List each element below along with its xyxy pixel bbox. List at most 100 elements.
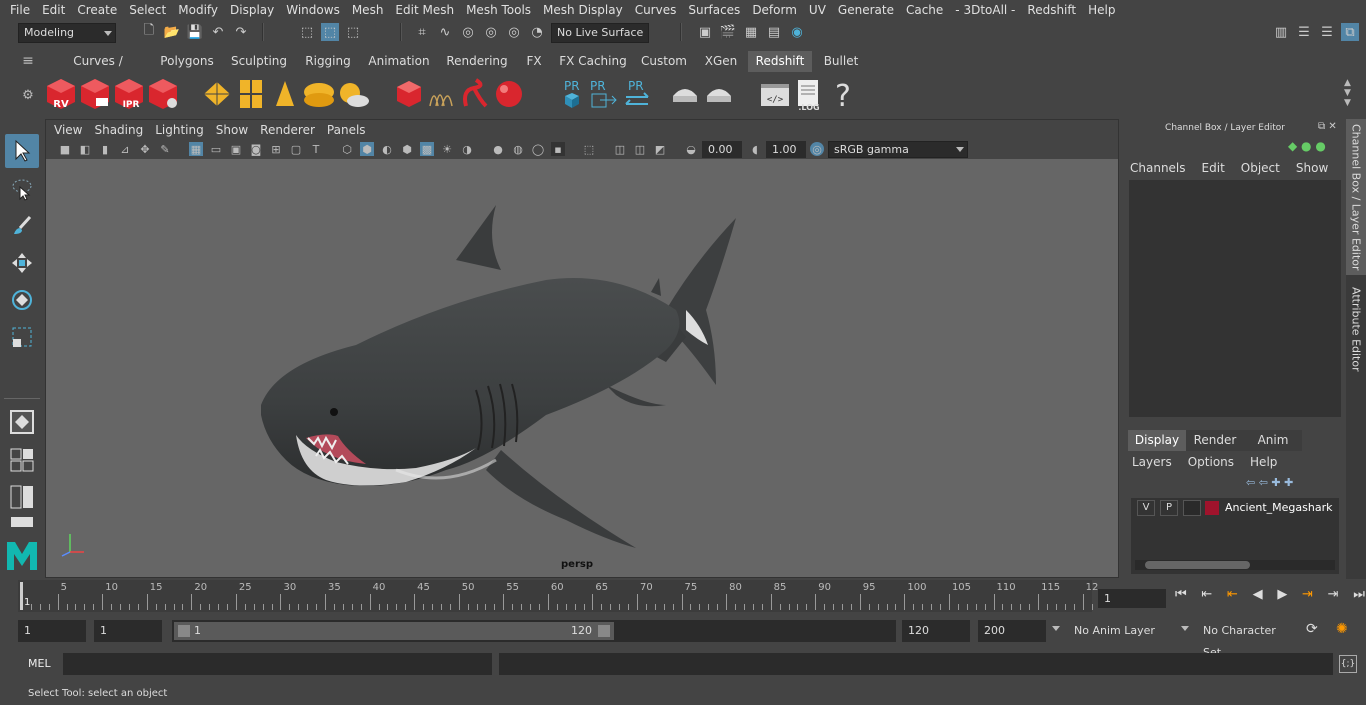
- snap-surface-icon[interactable]: ◎: [505, 23, 523, 41]
- shelf-tab-fx[interactable]: FX: [520, 51, 548, 72]
- command-language-label[interactable]: MEL: [28, 657, 51, 670]
- select-component-icon[interactable]: ⬚: [344, 23, 362, 41]
- camera-icon[interactable]: ■: [58, 142, 72, 156]
- animation-start-field[interactable]: 1: [18, 620, 86, 642]
- single-perspective-layout-icon[interactable]: [5, 405, 39, 439]
- step-forward-key-icon[interactable]: ⇥: [1328, 587, 1339, 607]
- open-scene-icon[interactable]: 📂: [163, 23, 181, 41]
- anim-layer-selector[interactable]: No Anim Layer: [1068, 620, 1174, 642]
- ancient-megashark-model[interactable]: [246, 200, 766, 560]
- viewport-panel[interactable]: View Shading Lighting Show Renderer Panels ■ …: [45, 119, 1119, 578]
- workspace-icon[interactable]: ▥: [1272, 23, 1290, 41]
- select-hierarchy-icon[interactable]: ⬚: [298, 23, 316, 41]
- menu-edit-mesh[interactable]: Edit Mesh: [389, 3, 460, 17]
- play-forwards-icon[interactable]: ▶: [1277, 587, 1287, 607]
- step-back-frame-icon[interactable]: ⇤: [1227, 587, 1238, 607]
- motion-blur-icon[interactable]: ◍: [511, 142, 525, 156]
- redshift-pr-cube-icon[interactable]: PR: [554, 76, 588, 112]
- menu-cache[interactable]: Cache: [900, 3, 949, 17]
- range-slider-track[interactable]: 1 120: [172, 620, 896, 642]
- playback-start-field[interactable]: 1: [94, 620, 162, 642]
- screen-space-ao-icon[interactable]: ●: [491, 142, 505, 156]
- select-object-icon[interactable]: ⬚: [321, 23, 339, 41]
- channel-menu-edit[interactable]: Edit: [1202, 161, 1225, 177]
- grease-pencil-icon[interactable]: ✎: [158, 142, 172, 156]
- grid-icon[interactable]: ▦: [189, 142, 203, 156]
- viewport-menu-show[interactable]: Show: [210, 123, 254, 137]
- attribute-editor-icon[interactable]: ☰: [1295, 23, 1313, 41]
- layer-display-type-toggle[interactable]: [1183, 500, 1201, 516]
- channel-box-icon[interactable]: ⧉: [1341, 23, 1359, 41]
- color-management-icon[interactable]: ◎: [810, 142, 824, 156]
- redshift-pr-swap-icon[interactable]: PR: [620, 76, 654, 112]
- character-set-selector[interactable]: No Character Set: [1197, 620, 1297, 659]
- step-forward-frame-icon[interactable]: ⇥: [1302, 587, 1313, 607]
- layer-tab-render[interactable]: Render: [1186, 430, 1244, 451]
- anti-aliasing-icon[interactable]: ◯: [531, 142, 545, 156]
- bookmark-icon[interactable]: ▮: [98, 142, 112, 156]
- redshift-rv-icon[interactable]: RV: [44, 76, 78, 112]
- menu-windows[interactable]: Windows: [280, 3, 346, 17]
- two-view-layout-icon[interactable]: [5, 480, 39, 514]
- auto-key-icon[interactable]: ⟳: [1306, 621, 1318, 637]
- resolution-gate-icon[interactable]: ▣: [229, 142, 243, 156]
- side-tab-channel-box[interactable]: Channel Box / Layer Editor: [1346, 119, 1366, 275]
- shelf-tab-animation[interactable]: Animation: [364, 51, 434, 72]
- snap-view-icon[interactable]: ◎: [482, 23, 500, 41]
- tool-settings-icon[interactable]: ☰: [1318, 23, 1336, 41]
- redshift-ipr-icon[interactable]: IPR: [112, 76, 146, 112]
- redshift-render-icon[interactable]: [78, 76, 112, 112]
- character-set-dropdown-arrow[interactable]: [1181, 626, 1189, 631]
- snap-point-icon[interactable]: ◎: [459, 23, 477, 41]
- animation-preferences-icon[interactable]: ✺: [1336, 621, 1348, 637]
- menu-uv[interactable]: UV: [803, 3, 832, 17]
- go-to-start-icon[interactable]: ⏮: [1175, 587, 1187, 607]
- shelf-tab-xgen[interactable]: XGen: [698, 51, 744, 72]
- color-space-selector[interactable]: sRGB gamma: [828, 141, 968, 158]
- layer-menu-help[interactable]: Help: [1250, 455, 1277, 471]
- playback-end-field[interactable]: 120: [902, 620, 970, 642]
- hypershade-icon[interactable]: ◉: [788, 23, 806, 41]
- menu-redshift[interactable]: Redshift: [1021, 3, 1082, 17]
- safe-action-icon[interactable]: ▢: [289, 142, 303, 156]
- move-tool-icon[interactable]: [5, 246, 39, 280]
- channel-menu-channels[interactable]: Channels: [1130, 161, 1186, 177]
- layer-row[interactable]: V P Ancient_Megashark: [1133, 500, 1337, 517]
- safe-title-icon[interactable]: T: [309, 142, 323, 156]
- field-chart-icon[interactable]: ⊞: [269, 142, 283, 156]
- wireframe-on-shaded-icon[interactable]: ⬢: [400, 142, 414, 156]
- snap-grid-icon[interactable]: ⌗: [413, 23, 431, 41]
- exposure-icon[interactable]: ◒: [684, 142, 698, 156]
- default-material-icon[interactable]: ◐: [380, 142, 394, 156]
- depth-of-field-icon[interactable]: ▪: [551, 142, 565, 156]
- layer-visibility-toggle[interactable]: V: [1137, 500, 1155, 516]
- render-view-icon[interactable]: ▣: [696, 23, 714, 41]
- ipr-render-icon[interactable]: ▦: [742, 23, 760, 41]
- layer-tab-display[interactable]: Display: [1128, 430, 1186, 451]
- channel-menu-object[interactable]: Object: [1241, 161, 1280, 177]
- redshift-proxy-icon[interactable]: [200, 76, 234, 112]
- menu-deform[interactable]: Deform: [746, 3, 803, 17]
- shelf-tab-rigging[interactable]: Rigging: [298, 51, 358, 72]
- four-view-layout-icon[interactable]: [5, 443, 39, 477]
- snap-live-icon[interactable]: ◔: [528, 23, 546, 41]
- range-slider-handle[interactable]: 1 120: [174, 622, 614, 640]
- shelf-scroll-arrows[interactable]: ▲ ▼ ▼: [1344, 78, 1351, 108]
- mode-selector[interactable]: Modeling: [18, 23, 116, 43]
- channel-menu-show[interactable]: Show: [1296, 161, 1328, 177]
- viewport-menu-lighting[interactable]: Lighting: [149, 123, 210, 137]
- anim-layer-dropdown-arrow[interactable]: [1052, 626, 1060, 631]
- range-start-grip[interactable]: [178, 625, 190, 637]
- menu-surfaces[interactable]: Surfaces: [682, 3, 746, 17]
- menu-mesh-tools[interactable]: Mesh Tools: [460, 3, 537, 17]
- shelf-tab-redshift[interactable]: Redshift: [748, 51, 812, 72]
- select-tool-icon[interactable]: [5, 134, 39, 168]
- outliner-layout-icon[interactable]: [5, 515, 39, 529]
- redshift-help-icon[interactable]: ?: [826, 76, 860, 112]
- live-surface-field[interactable]: No Live Surface: [551, 23, 649, 43]
- float-panel-icon[interactable]: ⧉ ✕: [1318, 121, 1337, 132]
- time-slider[interactable]: 5 10 15 20 25 30 35 40 45 50 55 60 65 70 75 80 85 90 95 100…: [0, 580, 1366, 612]
- redshift-script-icon[interactable]: </>: [758, 76, 792, 112]
- redshift-settings-icon[interactable]: [146, 76, 180, 112]
- channels-list[interactable]: [1129, 180, 1341, 417]
